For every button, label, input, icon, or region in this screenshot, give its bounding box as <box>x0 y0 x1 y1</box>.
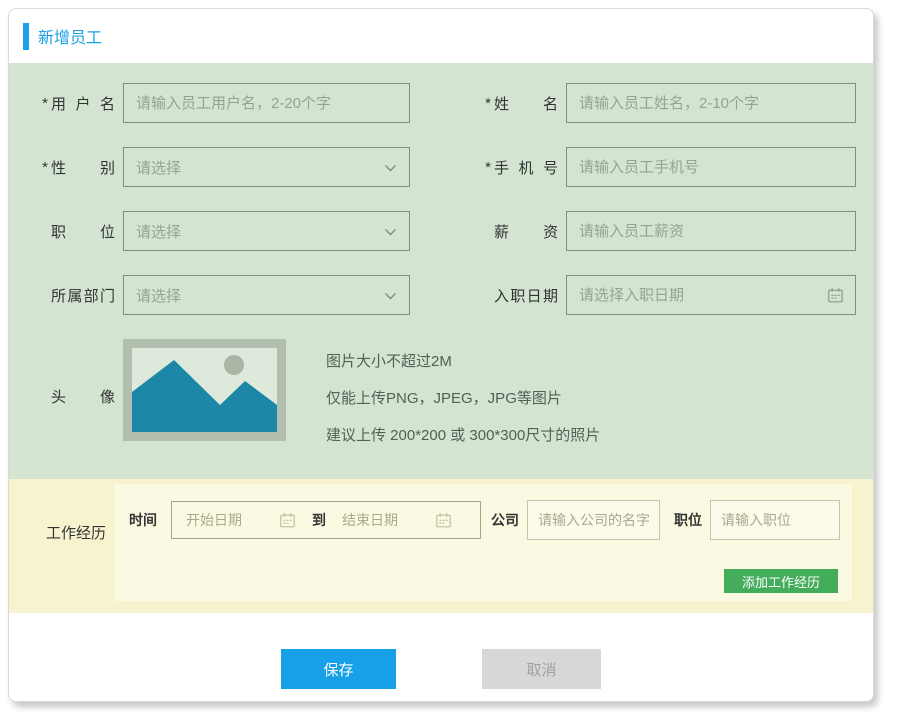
avatar-hint-format: 仅能上传PNG，JPEG，JPG等图片 <box>326 380 600 417</box>
header-accent-bar <box>23 23 29 50</box>
image-placeholder-icon <box>132 348 277 432</box>
gender-select[interactable]: 请选择 <box>123 147 410 187</box>
date-range-picker[interactable]: 开始日期 到 结束日期 <box>171 501 481 539</box>
job-title-input[interactable] <box>710 500 840 540</box>
required-mark: * <box>485 95 491 112</box>
add-employee-dialog: 新增员工 * 用户名 * 姓名 <box>8 8 874 702</box>
username-label: * 用户名 <box>23 93 115 114</box>
save-button[interactable]: 保存 <box>281 649 396 689</box>
date-range-to-label: 到 <box>312 510 326 530</box>
company-label: 公司 <box>491 510 519 530</box>
dialog-footer: 保存 取消 <box>9 613 873 689</box>
chevron-down-icon <box>384 292 397 300</box>
dialog-header: 新增员工 <box>9 9 873 63</box>
work-experience-row: 时间 开始日期 到 结束日期 <box>114 484 852 540</box>
field-phone: * 手机号 <box>466 147 856 187</box>
required-mark: * <box>485 159 491 176</box>
form-row-4: 所属部门 请选择 入职日期 <box>23 275 873 315</box>
phone-label: * 手机号 <box>466 157 558 178</box>
field-username: * 用户名 <box>23 83 410 123</box>
chevron-down-icon <box>384 228 397 236</box>
time-label: 时间 <box>129 510 157 530</box>
phone-input-wrap <box>566 147 856 187</box>
end-date-placeholder[interactable]: 结束日期 <box>342 510 435 530</box>
field-position: 职位 请选择 <box>23 211 410 251</box>
employee-form-section: * 用户名 * 姓名 * 性别 <box>9 63 873 479</box>
form-row-3: 职位 请选择 薪资 <box>23 211 873 251</box>
position-label: 职位 <box>23 221 115 242</box>
username-input-wrap <box>123 83 410 123</box>
salary-input[interactable] <box>567 212 855 250</box>
phone-input[interactable] <box>567 148 855 186</box>
chevron-down-icon <box>384 164 397 172</box>
field-avatar: 头像 图片大小不超过2M 仅能上传PNG，JPEG，JPG等图片 建议上传 20… <box>23 339 873 454</box>
position-select-value: 请选择 <box>124 221 181 242</box>
hire-date-input-wrap <box>566 275 856 315</box>
avatar-hint-dimensions: 建议上传 200*200 或 300*300尺寸的照片 <box>326 417 600 454</box>
department-label: 所属部门 <box>23 285 115 306</box>
job-title-label: 职位 <box>674 510 702 530</box>
avatar-label: 头像 <box>23 386 115 407</box>
avatar-hint-size: 图片大小不超过2M <box>326 343 600 380</box>
cancel-button[interactable]: 取消 <box>482 649 601 689</box>
field-hire-date: 入职日期 <box>466 275 856 315</box>
calendar-icon[interactable] <box>827 287 844 304</box>
required-mark: * <box>42 95 48 112</box>
gender-select-value: 请选择 <box>124 157 181 178</box>
salary-input-wrap <box>566 211 856 251</box>
page-title: 新增员工 <box>38 24 102 48</box>
calendar-icon[interactable] <box>279 512 296 529</box>
hire-date-input[interactable] <box>567 276 855 314</box>
department-select[interactable]: 请选择 <box>123 275 410 315</box>
field-gender: * 性别 请选择 <box>23 147 410 187</box>
avatar-hints: 图片大小不超过2M 仅能上传PNG，JPEG，JPG等图片 建议上传 200*2… <box>326 339 600 454</box>
field-salary: 薪资 <box>466 211 856 251</box>
name-input-wrap <box>566 83 856 123</box>
work-experience-panel: 时间 开始日期 到 结束日期 <box>114 484 852 601</box>
name-label: * 姓名 <box>466 93 558 114</box>
form-row-1: * 用户名 * 姓名 <box>23 83 873 123</box>
add-work-experience-button[interactable]: 添加工作经历 <box>724 569 838 593</box>
field-name: * 姓名 <box>466 83 856 123</box>
hire-date-label: 入职日期 <box>466 285 558 306</box>
start-date-placeholder[interactable]: 开始日期 <box>186 510 279 530</box>
company-input[interactable] <box>527 500 660 540</box>
salary-label: 薪资 <box>466 221 558 242</box>
name-input[interactable] <box>567 84 855 122</box>
required-mark: * <box>42 159 48 176</box>
form-row-2: * 性别 请选择 * 手机号 <box>23 147 873 187</box>
avatar-upload-box[interactable] <box>123 339 286 441</box>
gender-label: * 性别 <box>23 157 115 178</box>
calendar-icon[interactable] <box>435 512 452 529</box>
username-input[interactable] <box>124 84 409 122</box>
department-select-value: 请选择 <box>124 285 181 306</box>
work-experience-section: 工作经历 时间 开始日期 到 结束日期 <box>9 479 873 613</box>
field-department: 所属部门 请选择 <box>23 275 410 315</box>
position-select[interactable]: 请选择 <box>123 211 410 251</box>
work-experience-label: 工作经历 <box>46 522 106 543</box>
